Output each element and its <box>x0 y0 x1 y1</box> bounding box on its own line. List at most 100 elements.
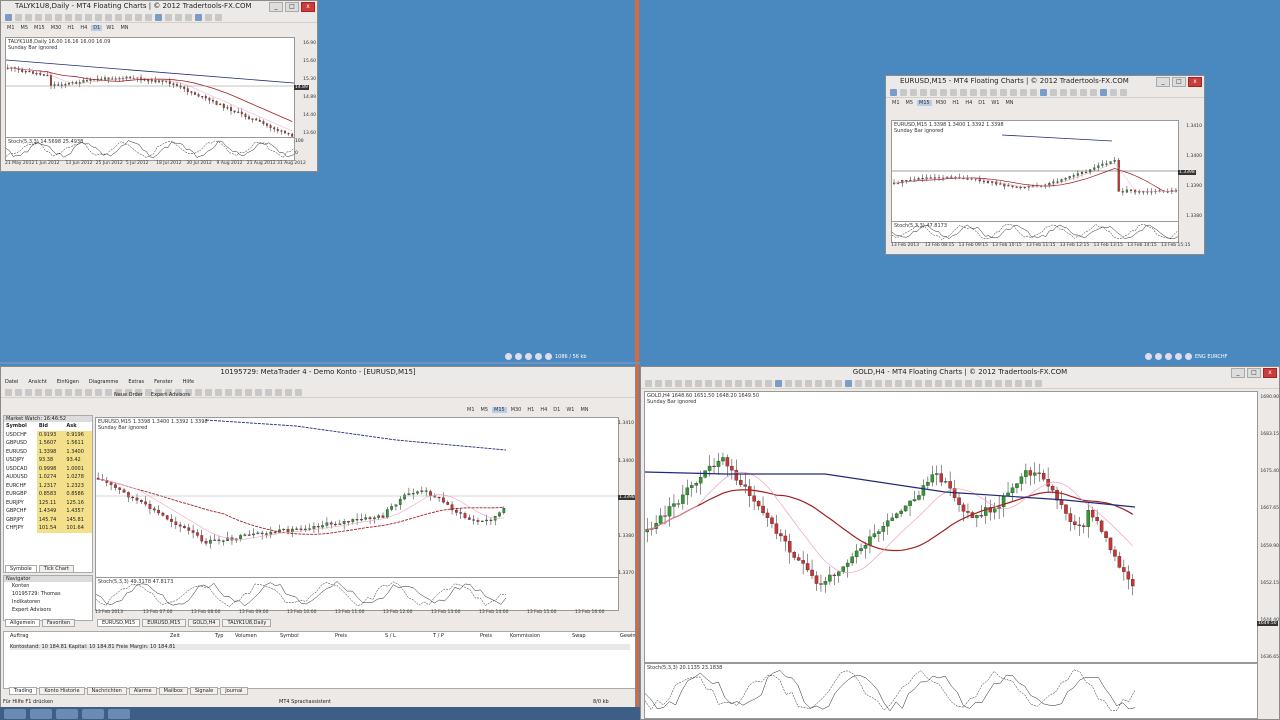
toolbar-tool-icon[interactable] <box>65 388 72 396</box>
menu-item[interactable]: Extras <box>128 379 144 385</box>
navigator-item[interactable]: Konten <box>12 582 92 590</box>
menu-item[interactable]: Fenster <box>154 379 173 385</box>
toolbar-tool-icon[interactable] <box>95 13 102 21</box>
tab[interactable]: Allgemein <box>5 619 40 627</box>
price-chart[interactable]: GOLD,H4 1648.60 1651.50 1648.20 1649.50 … <box>644 391 1258 663</box>
toolbar-tool-icon[interactable] <box>185 13 192 21</box>
tray-icon[interactable] <box>505 353 512 360</box>
toolbar-tool-icon[interactable] <box>910 88 917 96</box>
toolbar-tool-icon[interactable] <box>165 13 172 21</box>
toolbar-tool-icon[interactable] <box>55 13 62 21</box>
tab[interactable]: Signale <box>189 687 219 695</box>
market-watch-row[interactable]: CHFJPY 101.54 101.64 <box>4 524 92 533</box>
toolbar-tool-icon[interactable] <box>155 13 162 21</box>
toolbar-tool-icon[interactable] <box>715 379 722 387</box>
menu-item[interactable]: Einfügen <box>57 379 79 385</box>
tab[interactable]: TALYK1U8,Daily <box>222 619 272 627</box>
close-button[interactable]: x <box>301 2 315 12</box>
toolbar-tool-icon[interactable] <box>785 379 792 387</box>
market-watch-row[interactable]: EURGBP 0.8583 0.8586 <box>4 490 92 499</box>
market-watch-row[interactable]: AUDUSD 1.0274 1.0278 <box>4 473 92 482</box>
tab[interactable]: Konto Historie <box>39 687 85 695</box>
timeframe-button[interactable]: M15 <box>917 99 932 106</box>
toolbar-tool-icon[interactable] <box>900 88 907 96</box>
toolbar-tool-icon[interactable] <box>235 388 242 396</box>
market-watch-row[interactable]: USDJPY 93.38 93.42 <box>4 456 92 465</box>
toolbar-tool-icon[interactable] <box>765 379 772 387</box>
taskbar-app[interactable] <box>56 708 78 719</box>
toolbar-tool-icon[interactable] <box>995 379 1002 387</box>
toolbar-tool-icon[interactable] <box>1030 88 1037 96</box>
toolbar-tool-icon[interactable] <box>1015 379 1022 387</box>
toolbar-tool-icon[interactable] <box>1120 88 1127 96</box>
toolbar-tool-icon[interactable] <box>105 388 112 396</box>
toolbar-tool-icon[interactable] <box>1000 88 1007 96</box>
window-title-bar[interactable]: EURUSD,M15 - MT4 Floating Charts | © 201… <box>886 76 1204 87</box>
menu-item[interactable]: Datei <box>5 379 18 385</box>
market-watch-row[interactable]: USDCAD 0.9998 1.0001 <box>4 464 92 473</box>
close-button[interactable]: x <box>1188 77 1202 87</box>
toolbar-tool-icon[interactable] <box>675 379 682 387</box>
market-watch-row[interactable]: GBPCHF 1.4349 1.4357 <box>4 507 92 516</box>
toolbar-tool-icon[interactable] <box>950 88 957 96</box>
toolbar-tool-icon[interactable] <box>925 379 932 387</box>
toolbar-tool-icon[interactable] <box>175 13 182 21</box>
navigator-item[interactable]: Indikatoren <box>12 598 92 606</box>
toolbar-tool-icon[interactable] <box>215 388 222 396</box>
timeframe-button[interactable]: M30 <box>509 407 524 413</box>
toolbar-tool-icon[interactable] <box>105 13 112 21</box>
toolbar-tool-icon[interactable] <box>875 379 882 387</box>
close-button[interactable]: x <box>1263 368 1277 378</box>
timeframe-button[interactable]: M5 <box>19 25 31 31</box>
oscillator-panel[interactable]: Stoch(5,3,3) 49.3178 47.8173 <box>95 577 619 611</box>
timeframe-button[interactable]: D1 <box>551 407 562 413</box>
tray-icon[interactable] <box>1185 353 1192 360</box>
toolbar-tool-icon[interactable] <box>685 379 692 387</box>
toolbar-tool-icon[interactable] <box>825 379 832 387</box>
toolbar-tool-icon[interactable] <box>665 379 672 387</box>
toolbar-tool-icon[interactable] <box>1060 88 1067 96</box>
toolbar-tool-icon[interactable] <box>215 13 222 21</box>
start-button[interactable] <box>4 708 26 719</box>
timeframe-button[interactable]: M15 <box>32 25 47 31</box>
toolbar-tool-icon[interactable] <box>25 388 32 396</box>
toolbar-tool-icon[interactable] <box>75 388 82 396</box>
taskbar-app[interactable] <box>108 708 130 719</box>
timeframe-button[interactable]: W1 <box>564 407 576 413</box>
toolbar-tool-icon[interactable] <box>15 13 22 21</box>
toolbar-tool-icon[interactable] <box>970 88 977 96</box>
toolbar-tool-icon[interactable] <box>1070 88 1077 96</box>
timeframe-button[interactable]: M30 <box>49 25 64 31</box>
toolbar-tool-icon[interactable] <box>1005 379 1012 387</box>
toolbar-tool-icon[interactable] <box>705 379 712 387</box>
toolbar-tool-icon[interactable] <box>1110 88 1117 96</box>
toolbar-tool-icon[interactable] <box>5 388 12 396</box>
maximize-button[interactable]: □ <box>1172 77 1186 87</box>
toolbar-tool-icon[interactable] <box>890 88 897 96</box>
toolbar-tool-icon[interactable] <box>25 13 32 21</box>
tray-icon[interactable] <box>1165 353 1172 360</box>
tab[interactable]: EURUSD,M15 <box>142 619 186 627</box>
timeframe-button[interactable]: M1 <box>890 100 902 106</box>
toolbar-tool-icon[interactable] <box>845 379 852 387</box>
oscillator-panel[interactable]: Stoch(5,3,3) 20.1135 23.1838 <box>644 663 1258 719</box>
timeframe-button[interactable]: MN <box>1003 100 1015 106</box>
toolbar-tool-icon[interactable] <box>95 388 102 396</box>
toolbar-tool-icon[interactable] <box>125 13 132 21</box>
timeframe-button[interactable]: D1 <box>976 100 987 106</box>
tray-icon[interactable] <box>1155 353 1162 360</box>
toolbar-tool-icon[interactable] <box>775 379 782 387</box>
timeframe-button[interactable]: W1 <box>104 25 116 31</box>
oscillator-panel[interactable]: Stoch(5,3,3) 47.8173 <box>891 221 1179 243</box>
toolbar-tool-icon[interactable] <box>975 379 982 387</box>
toolbar-tool-icon[interactable] <box>920 88 927 96</box>
toolbar-tool-icon[interactable] <box>1020 88 1027 96</box>
toolbar-tool-icon[interactable] <box>990 88 997 96</box>
toolbar-tool-icon[interactable] <box>75 13 82 21</box>
taskbar-app[interactable] <box>82 708 104 719</box>
toolbar-tool-icon[interactable] <box>745 379 752 387</box>
timeframe-button[interactable]: H1 <box>525 407 536 413</box>
tab[interactable]: Trading <box>9 687 38 695</box>
toolbar-tool-icon[interactable] <box>980 88 987 96</box>
tab[interactable]: GOLD,H4 <box>187 619 221 627</box>
